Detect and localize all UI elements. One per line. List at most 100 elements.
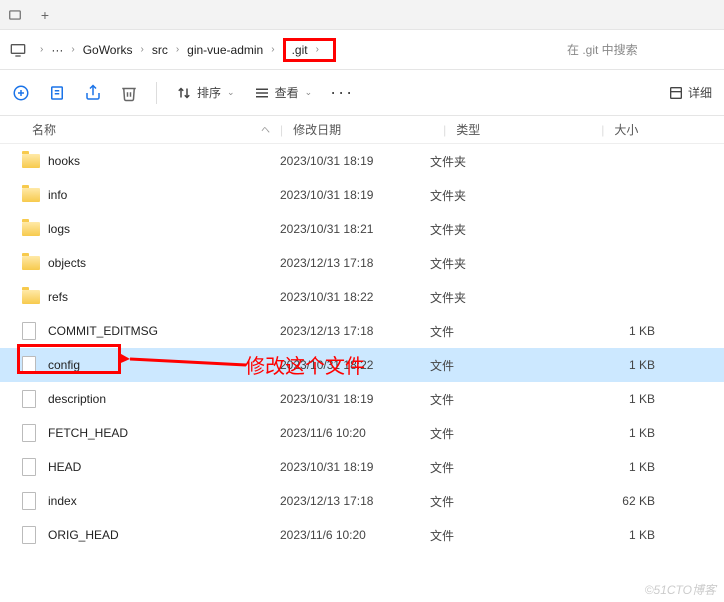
file-row[interactable]: ORIG_HEAD2023/11/6 10:20文件1 KB (0, 518, 724, 552)
toolbar: 排序 ⌄ 查看 ⌄ ··· 详细 (0, 70, 724, 116)
file-name: description (48, 392, 280, 406)
breadcrumb-item[interactable]: GoWorks (83, 43, 133, 57)
sort-button[interactable]: 排序 ⌄ (175, 84, 235, 102)
chevron-right-icon: › (140, 44, 143, 55)
file-row[interactable]: description2023/10/31 18:19文件1 KB (0, 382, 724, 416)
file-row[interactable]: refs2023/10/31 18:22文件夹 (0, 280, 724, 314)
file-name: config (48, 358, 280, 372)
file-row[interactable]: config2023/10/31 18:22文件1 KB (0, 348, 724, 382)
file-row[interactable]: FETCH_HEAD2023/11/6 10:20文件1 KB (0, 416, 724, 450)
column-headers: 名称 ヘ | 修改日期 | 类型 | 大小 (0, 116, 724, 144)
delete-button[interactable] (120, 84, 138, 102)
file-name: COMMIT_EDITMSG (48, 324, 280, 338)
column-header-date[interactable]: 修改日期 (293, 121, 443, 138)
file-size: 1 KB (575, 392, 675, 406)
view-button[interactable]: 查看 ⌄ (253, 84, 313, 102)
file-icon (22, 526, 48, 544)
file-size: 1 KB (575, 426, 675, 440)
more-button[interactable]: ··· (330, 82, 354, 103)
toolbar-divider (156, 82, 157, 104)
file-icon (22, 390, 48, 408)
annotation-highlight: .git › (283, 38, 336, 62)
column-header-size[interactable]: 大小 (614, 121, 714, 138)
tab-active[interactable] (0, 1, 30, 29)
chevron-right-icon: › (271, 44, 274, 55)
file-name: HEAD (48, 460, 280, 474)
sort-label: 排序 (197, 84, 221, 101)
file-size: 1 KB (575, 460, 675, 474)
file-type: 文件 (430, 357, 575, 374)
file-type: 文件夹 (430, 221, 575, 238)
chevron-right-icon: › (176, 44, 179, 55)
file-row[interactable]: info2023/10/31 18:19文件夹 (0, 178, 724, 212)
file-icon (22, 356, 48, 374)
file-size: 1 KB (575, 528, 675, 542)
search-input[interactable]: 在 .git 中搜索 (561, 37, 716, 62)
file-name: refs (48, 290, 280, 304)
monitor-icon[interactable] (8, 40, 28, 60)
file-date: 2023/10/31 18:19 (280, 460, 430, 474)
new-tab-button[interactable]: + (30, 7, 60, 23)
watermark: ©51CTO博客 (645, 581, 716, 598)
share-button[interactable] (84, 84, 102, 102)
folder-icon (22, 188, 48, 202)
file-type: 文件 (430, 323, 575, 340)
file-name: logs (48, 222, 280, 236)
file-date: 2023/12/13 17:18 (280, 494, 430, 508)
chevron-down-icon: ⌄ (305, 87, 313, 98)
file-name: ORIG_HEAD (48, 528, 280, 542)
file-size: 1 KB (575, 324, 675, 338)
file-row[interactable]: logs2023/10/31 18:21文件夹 (0, 212, 724, 246)
file-row[interactable]: HEAD2023/10/31 18:19文件1 KB (0, 450, 724, 484)
new-item-button[interactable] (12, 84, 30, 102)
file-icon (22, 424, 48, 442)
folder-icon (22, 290, 48, 304)
file-name: info (48, 188, 280, 202)
file-date: 2023/12/13 17:18 (280, 256, 430, 270)
file-row[interactable]: COMMIT_EDITMSG2023/12/13 17:18文件1 KB (0, 314, 724, 348)
file-size: 1 KB (575, 358, 675, 372)
file-type: 文件夹 (430, 187, 575, 204)
file-date: 2023/10/31 18:21 (280, 222, 430, 236)
file-icon (22, 458, 48, 476)
file-type: 文件 (430, 493, 575, 510)
address-bar: › ··· › GoWorks › src › gin-vue-admin › … (0, 30, 724, 70)
file-date: 2023/12/13 17:18 (280, 324, 430, 338)
folder-icon (22, 222, 48, 236)
file-date: 2023/10/31 18:22 (280, 290, 430, 304)
cut-button[interactable] (48, 84, 66, 102)
file-name: objects (48, 256, 280, 270)
file-name: index (48, 494, 280, 508)
chevron-down-icon: ⌄ (227, 87, 235, 98)
breadcrumb-item[interactable]: src (152, 43, 168, 57)
column-header-type[interactable]: 类型 (456, 121, 601, 138)
sort-indicator-icon: ヘ (261, 123, 270, 136)
folder-icon (22, 154, 48, 168)
file-date: 2023/10/31 18:19 (280, 392, 430, 406)
file-type: 文件 (430, 527, 575, 544)
breadcrumb-ellipsis[interactable]: ··· (51, 43, 63, 57)
column-header-name[interactable]: 名称 ヘ (32, 121, 280, 138)
chevron-right-icon: › (40, 44, 43, 55)
file-size: 62 KB (575, 494, 675, 508)
file-date: 2023/10/31 18:19 (280, 154, 430, 168)
details-label: 详细 (688, 84, 712, 101)
tab-bar: + (0, 0, 724, 30)
breadcrumb-item[interactable]: gin-vue-admin (187, 43, 263, 57)
details-button[interactable]: 详细 (668, 84, 712, 101)
file-icon (22, 322, 48, 340)
file-type: 文件 (430, 391, 575, 408)
file-date: 2023/11/6 10:20 (280, 528, 430, 542)
file-type: 文件 (430, 425, 575, 442)
file-type: 文件夹 (430, 153, 575, 170)
chevron-right-icon: › (71, 44, 74, 55)
file-name: FETCH_HEAD (48, 426, 280, 440)
breadcrumb-item-current[interactable]: .git (292, 43, 308, 57)
file-row[interactable]: hooks2023/10/31 18:19文件夹 (0, 144, 724, 178)
file-row[interactable]: index2023/12/13 17:18文件62 KB (0, 484, 724, 518)
file-date: 2023/11/6 10:20 (280, 426, 430, 440)
file-row[interactable]: objects2023/12/13 17:18文件夹 (0, 246, 724, 280)
file-date: 2023/10/31 18:19 (280, 188, 430, 202)
file-type: 文件夹 (430, 255, 575, 272)
file-icon (22, 492, 48, 510)
